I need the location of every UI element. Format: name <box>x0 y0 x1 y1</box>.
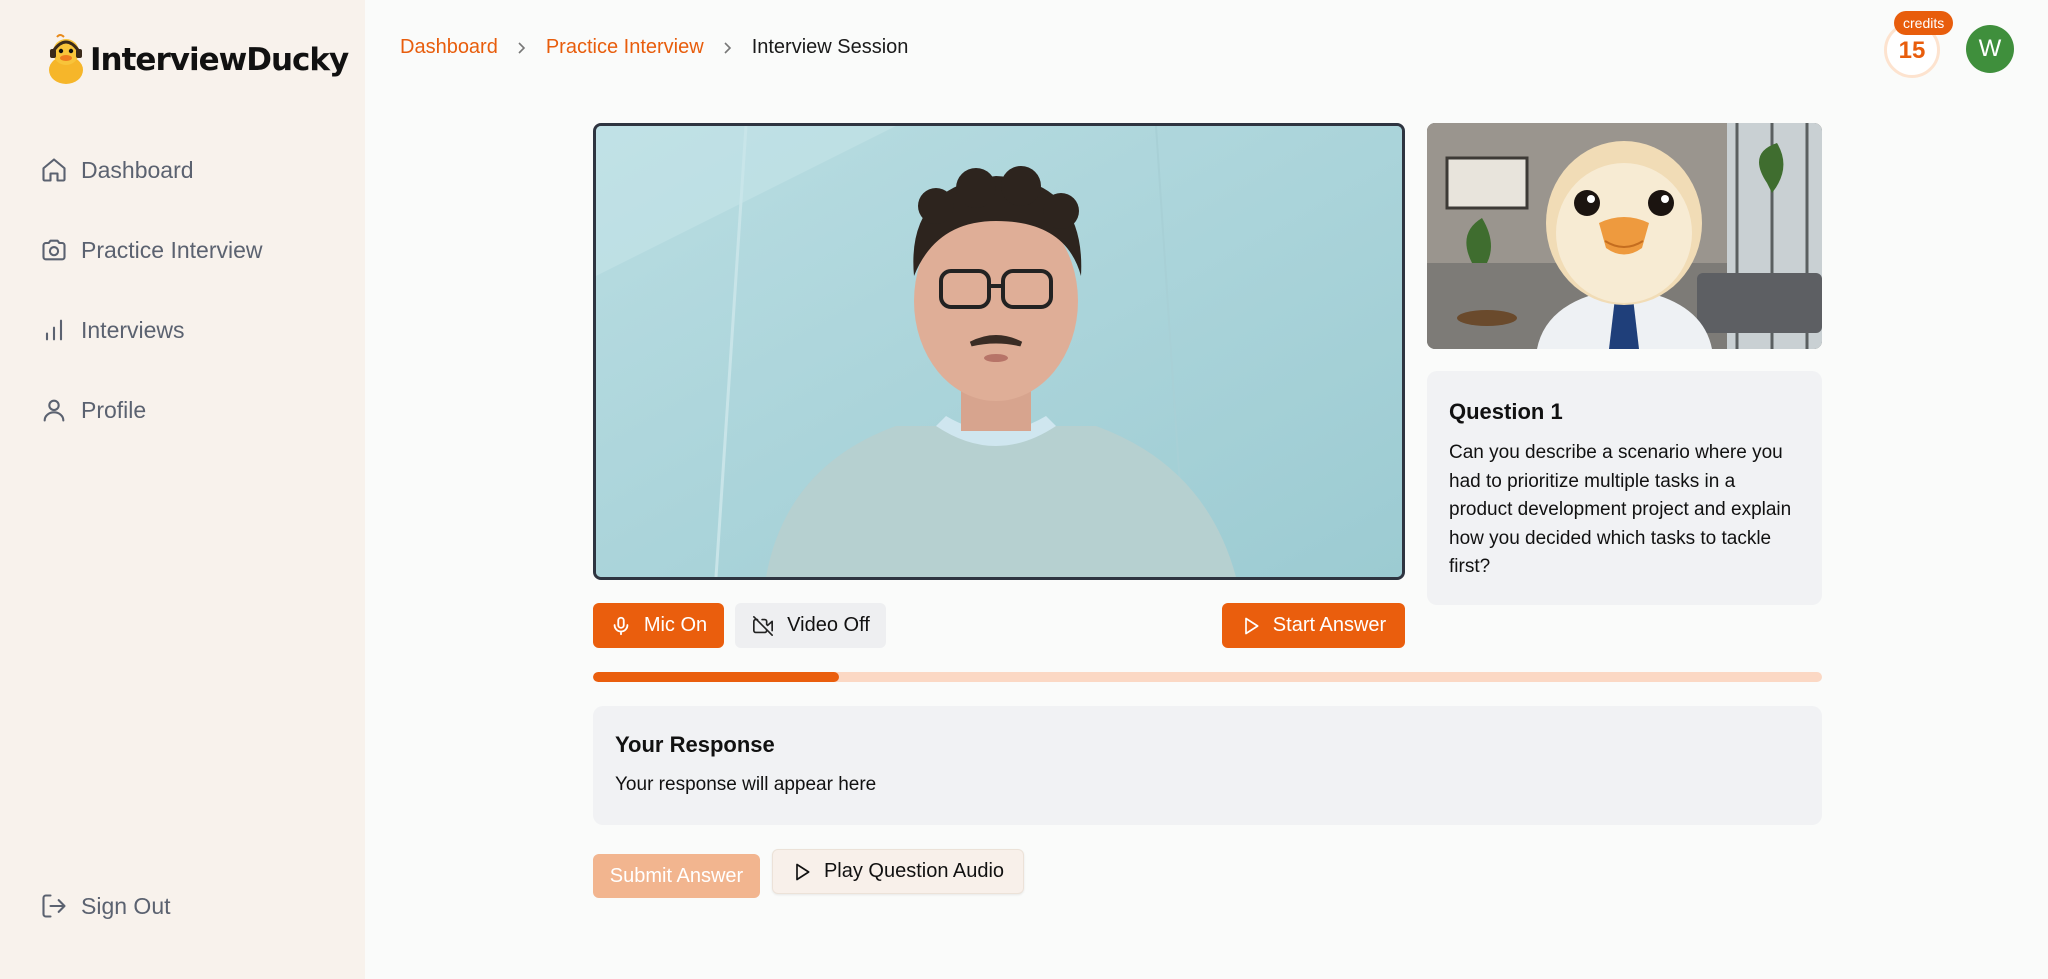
sign-out-label: Sign Out <box>81 892 171 919</box>
play-question-audio-label: Play Question Audio <box>823 860 1005 882</box>
sidebar-item-dashboard[interactable]: Dashboard <box>40 130 263 210</box>
microphone-icon <box>613 616 629 635</box>
sidebar: InterviewDucky Dashboard Practice Interv… <box>0 0 365 979</box>
credits-count: 15 <box>1898 37 1926 64</box>
chevron-right-icon <box>516 41 528 55</box>
play-icon <box>796 863 810 880</box>
sidebar-item-label: Profile <box>81 396 147 423</box>
bar-chart-icon <box>45 319 63 341</box>
sidebar-item-profile[interactable]: Profile <box>40 370 263 450</box>
app-logo[interactable]: InterviewDucky <box>42 32 349 88</box>
sidebar-nav: Dashboard Practice Interview Interviews … <box>40 130 263 450</box>
progress-bar-fill <box>593 672 839 682</box>
play-icon <box>1244 617 1259 634</box>
sidebar-item-label: Interviews <box>81 316 185 343</box>
breadcrumb-current: Interview Session <box>751 36 909 58</box>
start-answer-label: Start Answer <box>1272 614 1387 636</box>
video-toggle-button[interactable]: Video Off <box>735 603 886 648</box>
duck-interviewer-illustration <box>1427 123 1822 349</box>
sidebar-item-label: Dashboard <box>81 156 194 183</box>
response-card: Your Response Your response will appear … <box>593 706 1822 825</box>
submit-answer-label: Submit Answer <box>609 864 744 887</box>
user-icon <box>43 399 65 422</box>
credits-badge: credits <box>1894 11 1954 35</box>
home-icon <box>42 158 66 182</box>
question-card: Question 1 Can you describe a scenario w… <box>1427 371 1822 605</box>
sidebar-item-label: Practice Interview <box>81 236 263 263</box>
response-title: Your Response <box>615 732 775 757</box>
user-video-illustration <box>596 126 1402 577</box>
mic-toggle-button[interactable]: Mic On <box>593 603 724 648</box>
app-name: InterviewDucky <box>90 42 349 78</box>
chevron-right-icon <box>722 41 734 55</box>
response-text: Your response will appear here <box>615 774 877 795</box>
sidebar-item-interviews[interactable]: Interviews <box>40 290 263 370</box>
progress-bar <box>593 672 1822 682</box>
sign-out-icon <box>42 894 66 918</box>
camera-icon <box>42 239 66 261</box>
duck-logo-icon <box>42 32 90 88</box>
mic-toggle-label: Mic On <box>643 614 708 636</box>
question-title: Question 1 <box>1449 399 1563 424</box>
video-toggle-label: Video Off <box>787 614 870 636</box>
submit-answer-button[interactable]: Submit Answer <box>593 854 760 898</box>
play-question-audio-button[interactable]: Play Question Audio <box>772 849 1024 894</box>
user-video-feed <box>593 123 1405 580</box>
video-off-icon <box>753 615 774 636</box>
start-answer-button[interactable]: Start Answer <box>1222 603 1405 648</box>
question-text: Can you describe a scenario where you ha… <box>1449 442 1792 577</box>
breadcrumb-dashboard[interactable]: Dashboard <box>400 36 498 59</box>
avatar[interactable]: W <box>1966 25 2014 73</box>
breadcrumb-practice-interview[interactable]: Practice Interview <box>546 36 704 59</box>
sign-out-button[interactable]: Sign Out <box>40 892 171 920</box>
breadcrumb: Dashboard Practice Interview Interview S… <box>400 36 908 59</box>
ai-interviewer-feed <box>1427 123 1822 349</box>
sidebar-item-practice-interview[interactable]: Practice Interview <box>40 210 263 290</box>
